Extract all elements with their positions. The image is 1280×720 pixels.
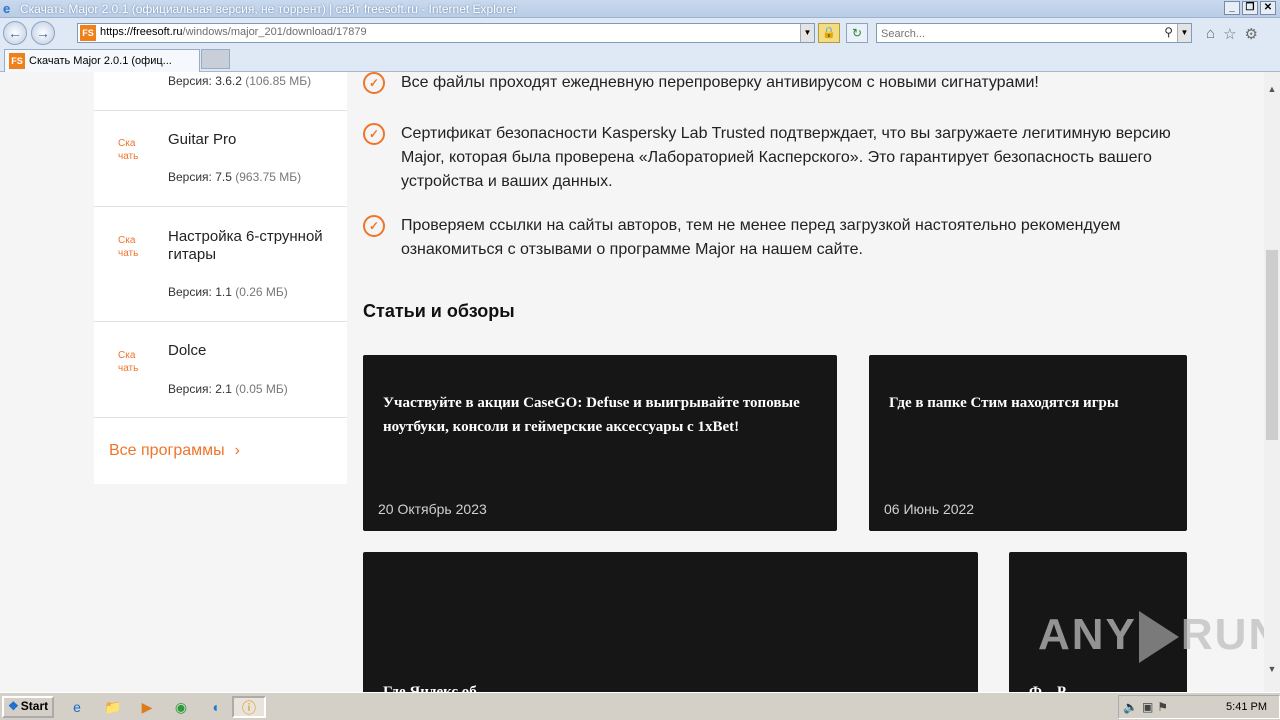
windows-flag-icon: ❖ bbox=[8, 699, 19, 713]
back-button[interactable]: ← bbox=[3, 21, 27, 45]
version-text: Версия: 3.6.2 (106.85 МБ) bbox=[168, 74, 312, 88]
taskbar: ❖ Start e 📁 ▶ ◉ ◖ ⓘ 🔈▣⚑ 5:41 PM bbox=[0, 692, 1280, 720]
scroll-up-icon[interactable]: ▲ bbox=[1264, 84, 1280, 100]
article-card[interactable]: Участвуйте в акции CaseGO: Defuse и выиг… bbox=[363, 355, 837, 531]
forward-button[interactable]: → bbox=[31, 21, 55, 45]
download-link[interactable]: Ска чать bbox=[118, 349, 148, 375]
clock: 5:41 PM bbox=[1226, 701, 1267, 713]
favorites-star-icon[interactable]: ☆ bbox=[1223, 25, 1236, 43]
internet-explorer-icon[interactable]: e bbox=[66, 697, 88, 717]
edge-icon[interactable]: ◖ bbox=[204, 697, 226, 717]
tab-label: Скачать Major 2.0.1 (офиц... bbox=[29, 55, 172, 67]
flag-icon[interactable]: ⚑ bbox=[1157, 700, 1172, 714]
window-controls: _ ❐ ✕ bbox=[1224, 1, 1276, 15]
forward-arrow-icon: → bbox=[36, 25, 50, 41]
address-url[interactable]: https://freesoft.ru/windows/major_201/do… bbox=[100, 26, 367, 38]
chevron-right-icon: › bbox=[234, 442, 240, 459]
tab-active[interactable]: FS Скачать Major 2.0.1 (офиц... bbox=[4, 49, 200, 72]
close-button[interactable]: ✕ bbox=[1260, 1, 1276, 15]
articles-section-title: Статьи и обзоры bbox=[363, 301, 515, 321]
list-item[interactable]: Ска чать Guitar Pro Версия: 7.5 (963.75 … bbox=[94, 111, 347, 207]
scroll-thumb[interactable] bbox=[1266, 250, 1278, 440]
active-app-button[interactable]: ⓘ bbox=[232, 696, 266, 718]
article-title[interactable]: Ф... Р... bbox=[1029, 684, 1075, 692]
version-text: Версия: 1.1 (0.26 МБ) bbox=[168, 285, 288, 299]
checkmark-icon: ✓ bbox=[363, 72, 385, 94]
search-icon[interactable]: ⚲ bbox=[1164, 25, 1173, 39]
home-icon[interactable]: ⌂ bbox=[1206, 25, 1215, 43]
back-arrow-icon: ← bbox=[8, 25, 22, 41]
speaker-icon[interactable]: 🔈 bbox=[1123, 700, 1142, 714]
download-link[interactable]: Ска чать bbox=[118, 137, 148, 163]
lock-icon[interactable]: 🔒 bbox=[818, 23, 840, 43]
article-title[interactable]: Где в папке Стим находятся игры bbox=[889, 391, 1167, 447]
article-date: 20 Октябрь 2023 bbox=[378, 501, 487, 517]
article-title[interactable]: Где Яндекс об... bbox=[383, 684, 488, 692]
minimize-button[interactable]: _ bbox=[1224, 1, 1240, 15]
search-box[interactable]: ⚲ ▼ bbox=[876, 23, 1192, 43]
all-programs-link[interactable]: Все программы › bbox=[109, 442, 240, 460]
article-title[interactable]: Участвуйте в акции CaseGO: Defuse и выиг… bbox=[383, 391, 817, 447]
checkmark-icon: ✓ bbox=[363, 123, 385, 145]
version-text: Версия: 2.1 (0.05 МБ) bbox=[168, 382, 288, 396]
list-item[interactable]: Версия: 3.6.2 (106.85 МБ) bbox=[94, 72, 347, 111]
anyrun-watermark: ANY RUN bbox=[1038, 610, 1280, 664]
article-date: 06 Июнь 2022 bbox=[884, 501, 975, 517]
chrome-icon[interactable]: ◉ bbox=[170, 697, 192, 717]
address-dropdown-icon[interactable]: ▼ bbox=[800, 24, 814, 42]
check-text: Сертификат безопасности Kaspersky Lab Tr… bbox=[401, 125, 1171, 190]
search-dropdown-icon[interactable]: ▼ bbox=[1177, 24, 1191, 42]
tab-bar: FS Скачать Major 2.0.1 (офиц... bbox=[0, 46, 1280, 72]
article-card[interactable]: Где в папке Стим находятся игры 06 Июнь … bbox=[869, 355, 1187, 531]
site-favicon-icon: FS bbox=[80, 25, 96, 41]
program-name[interactable]: Настройка 6-струнной гитары bbox=[168, 228, 340, 264]
list-item[interactable]: Ска чать Настройка 6-струнной гитары Вер… bbox=[94, 207, 347, 322]
check-text: Все файлы проходят ежедневную перепровер… bbox=[401, 74, 1039, 91]
settings-gear-icon[interactable]: ⚙ bbox=[1245, 25, 1258, 43]
address-bar[interactable]: FS https://freesoft.ru/windows/major_201… bbox=[77, 23, 815, 43]
list-item[interactable]: Ска чать Dolce Версия: 2.1 (0.05 МБ) bbox=[94, 322, 347, 418]
download-link[interactable]: Ска чать bbox=[118, 234, 148, 260]
search-input[interactable] bbox=[877, 25, 1147, 43]
start-button[interactable]: ❖ Start bbox=[2, 696, 54, 718]
check-text: Проверяем ссылки на сайты авторов, тем н… bbox=[401, 217, 1121, 258]
restore-button[interactable]: ❐ bbox=[1242, 1, 1258, 15]
window-title: Скачать Major 2.0.1 (официальная версия,… bbox=[20, 2, 518, 16]
new-tab-button[interactable] bbox=[201, 49, 230, 69]
version-text: Версия: 7.5 (963.75 МБ) bbox=[168, 170, 302, 184]
checkmark-icon: ✓ bbox=[363, 215, 385, 237]
window-titlebar: e Скачать Major 2.0.1 (официальная верси… bbox=[0, 0, 1280, 18]
refresh-icon[interactable]: ↻ bbox=[846, 23, 868, 43]
tray-icons[interactable]: 🔈▣⚑ bbox=[1123, 700, 1172, 714]
play-logo-icon bbox=[1138, 611, 1179, 664]
folder-icon[interactable]: 📁 bbox=[102, 697, 124, 717]
ie-logo-icon: e bbox=[3, 1, 11, 16]
page-viewport: Версия: 3.6.2 (106.85 МБ) Ска чать Guita… bbox=[0, 72, 1264, 692]
sidebar-program-list: Версия: 3.6.2 (106.85 МБ) Ска чать Guita… bbox=[94, 72, 347, 484]
program-name[interactable]: Guitar Pro bbox=[168, 131, 340, 149]
app-info-icon: ⓘ bbox=[242, 700, 256, 716]
url-path: /windows/major_201/download/17879 bbox=[182, 26, 367, 38]
scroll-down-icon[interactable]: ▼ bbox=[1264, 664, 1280, 680]
toolbar-icons: ⌂ ☆ ⚙ bbox=[1206, 25, 1258, 43]
vertical-scrollbar[interactable]: ▲ ▼ bbox=[1264, 72, 1280, 692]
tab-favicon-icon: FS bbox=[9, 53, 25, 69]
article-card[interactable]: Где Яндекс об... bbox=[363, 552, 978, 692]
navigation-bar: ← → FS https://freesoft.ru/windows/major… bbox=[0, 18, 1280, 46]
url-host: https://freesoft.ru bbox=[100, 26, 183, 38]
system-tray: 🔈▣⚑ 5:41 PM bbox=[1118, 695, 1280, 719]
media-player-icon[interactable]: ▶ bbox=[136, 697, 158, 717]
network-icon[interactable]: ▣ bbox=[1142, 700, 1157, 714]
program-name[interactable]: Dolce bbox=[168, 342, 340, 360]
